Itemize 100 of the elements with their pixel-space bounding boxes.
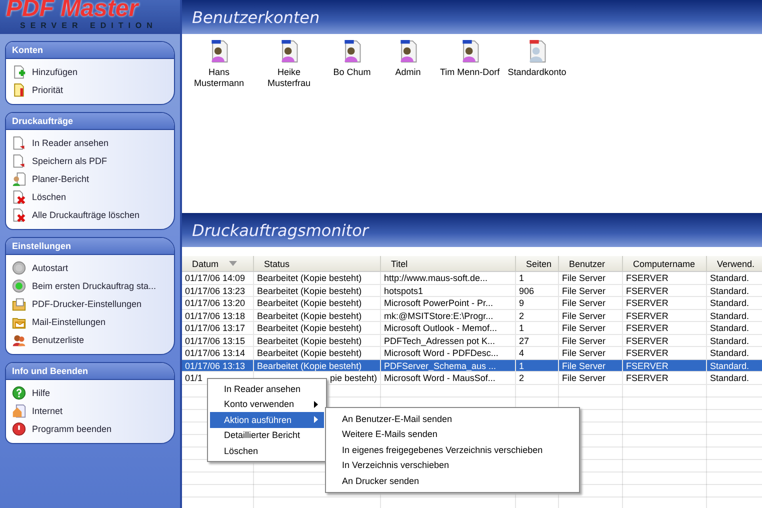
- table-row[interactable]: 01/17/06 13:17 Bearbeitet (Kopie besteht) Microsoft Outlook - Memof... 1 File Server FSERVER Standard.: [182, 322, 762, 334]
- menu-item[interactable]: Weitere E-Mails senden: [328, 426, 577, 442]
- table-cell: PDFServer_Schema_aus ...: [381, 360, 516, 372]
- table-cell: Standard.: [707, 272, 762, 284]
- sort-icon: [228, 261, 237, 266]
- sidebar-item[interactable]: Internet: [10, 402, 170, 420]
- table-cell: FSERVER: [623, 372, 707, 384]
- table-cell: 01/17/06 13:23: [182, 284, 254, 297]
- table-cell: Bearbeitet (Kopie besteht): [254, 360, 381, 372]
- sidebar-item[interactable]: Löschen: [10, 188, 170, 206]
- table-cell: Microsoft Outlook - Memof...: [381, 322, 516, 334]
- table-row[interactable]: 01/17/06 13:20 Bearbeitet (Kopie besteht) Microsoft PowerPoint - Pr... 9 File Server FSERVER Standard.: [182, 297, 762, 310]
- table-cell: 01/17/06 13:13: [182, 360, 254, 372]
- column-header[interactable]: Computername: [623, 256, 707, 271]
- table-cell: Microsoft Word - MausSof...: [381, 372, 516, 384]
- menu-item[interactable]: Löschen: [210, 443, 324, 458]
- column-header[interactable]: Verwend.: [707, 256, 762, 271]
- sidebar-item[interactable]: Beim ersten Druckauftrag sta...: [10, 277, 170, 295]
- column-header[interactable]: Benutzer: [559, 256, 623, 271]
- table-cell: 01/17/06 13:15: [182, 334, 254, 347]
- sidebar-item[interactable]: Mail-Einstellungen: [10, 313, 170, 331]
- account-item[interactable]: Standardkonto: [504, 38, 570, 78]
- menu-item[interactable]: An Benutzer-E-Mail senden: [328, 411, 577, 426]
- panel-header: Konten: [6, 42, 174, 59]
- account-item[interactable]: Hans Mustermann: [184, 38, 254, 89]
- table-cell: FSERVER: [623, 310, 707, 322]
- table-cell: File Server: [559, 310, 623, 322]
- table-cell: FSERVER: [623, 360, 707, 372]
- table-row[interactable]: 01/17/06 13:15 Bearbeitet (Kopie besteht) PDFTech_Adressen pot K... 27 File Server FSERVER Standard.: [182, 334, 762, 347]
- sidebar-item[interactable]: Priorität: [10, 81, 170, 99]
- table-cell: File Server: [559, 322, 623, 334]
- delete-document-icon: [12, 190, 26, 204]
- table-cell: 2: [516, 310, 559, 322]
- submenu-arrow-icon: [314, 416, 318, 424]
- table-cell: Microsoft PowerPoint - Pr...: [381, 297, 516, 310]
- menu-item[interactable]: An Drucker senden: [328, 473, 577, 488]
- section-title: Benutzerkonten: [192, 8, 320, 26]
- account-item[interactable]: Admin: [380, 38, 436, 78]
- sidebar-item[interactable]: Benutzerliste: [10, 331, 170, 349]
- panel-header: Einstellungen: [6, 238, 174, 255]
- column-header[interactable]: Seiten: [516, 256, 559, 271]
- menu-item[interactable]: In Verzeichnis verschieben: [328, 458, 577, 473]
- table-cell: mk:@MSITStore:E:\Progr...: [381, 310, 516, 322]
- house-document-icon: [12, 404, 26, 418]
- table-cell: Standard.: [707, 360, 762, 372]
- folder-document-icon: [12, 297, 26, 311]
- table-cell: File Server: [559, 297, 623, 310]
- table-cell: Standard.: [707, 322, 762, 334]
- document-priority-icon: [12, 83, 26, 97]
- table-cell: 1: [516, 272, 559, 284]
- menu-item[interactable]: Konto verwenden: [210, 396, 324, 412]
- table-row[interactable]: 01/17/06 13:13 Bearbeitet (Kopie besteht) PDFServer_Schema_aus ... 1 File Server FSERVER Standard.: [182, 360, 762, 372]
- table-cell: hotspots1: [381, 284, 516, 297]
- column-header[interactable]: Titel: [381, 256, 516, 271]
- table-cell: FSERVER: [623, 272, 707, 284]
- table-cell: 9: [516, 297, 559, 310]
- table-cell: 2: [516, 372, 559, 384]
- person-document-icon: [12, 172, 26, 186]
- table-cell: 01/17/06 14:09: [182, 272, 254, 284]
- sidebar-item[interactable]: Planer-Bericht: [10, 170, 170, 188]
- power-icon: [12, 422, 26, 436]
- sidebar-item[interactable]: PDF-Drucker-Einstellungen: [10, 295, 170, 313]
- table-cell: File Server: [559, 334, 623, 347]
- table-cell: Bearbeitet (Kopie besteht): [254, 310, 381, 322]
- table-cell: Standard.: [707, 297, 762, 310]
- menu-item[interactable]: Aktion ausführen: [210, 412, 324, 428]
- help-icon: [12, 386, 26, 400]
- table-cell: File Server: [559, 272, 623, 284]
- table-cell: Bearbeitet (Kopie besteht): [254, 272, 381, 284]
- sidebar-item[interactable]: In Reader ansehen: [10, 134, 170, 152]
- table-cell: FSERVER: [623, 297, 707, 310]
- column-header[interactable]: Status: [254, 256, 381, 271]
- table-cell: 01/17/06 13:18: [182, 310, 254, 322]
- panel-header: Info und Beenden: [6, 363, 174, 380]
- section-title: Druckauftragsmonitor: [192, 220, 368, 240]
- document-icon: [12, 154, 26, 168]
- menu-item[interactable]: In eigenes freigegebenes Verzeichnis verschieben: [328, 442, 577, 458]
- table-cell: File Server: [559, 284, 623, 297]
- folder-mail-icon: [12, 315, 26, 329]
- menu-item[interactable]: Detaillierter Bericht: [210, 428, 324, 443]
- sidebar-item[interactable]: Hinzufügen: [10, 63, 170, 81]
- sidebar-item[interactable]: Programm beenden: [10, 420, 170, 438]
- table-row[interactable]: 01/17/06 13:23 Bearbeitet (Kopie besteht) hotspots1 906 File Server FSERVER Standard.: [182, 284, 762, 297]
- delete-document-icon: [12, 208, 26, 222]
- sidebar-item[interactable]: Hilfe: [10, 384, 170, 402]
- table-cell: 1: [516, 322, 559, 334]
- sidebar-item[interactable]: Alle Druckaufträge löschen: [10, 206, 170, 224]
- table-row[interactable]: 01/17/06 14:09 Bearbeitet (Kopie besteht) http://www.maus-soft.de... 1 File Server FSERVER Standard.: [182, 272, 762, 284]
- submenu-arrow-icon: [314, 400, 318, 408]
- account-item[interactable]: Bo Chum: [324, 38, 380, 78]
- table-cell: FSERVER: [623, 284, 707, 297]
- sidebar-item[interactable]: Speichern als PDF: [10, 152, 170, 170]
- account-item[interactable]: Heike Musterfrau: [254, 38, 324, 89]
- document-icon: [12, 136, 26, 150]
- table-cell: http://www.maus-soft.de...: [381, 272, 516, 284]
- column-header[interactable]: Datum: [182, 256, 254, 271]
- table-cell: 01/17/06 13:20: [182, 297, 254, 310]
- table-row[interactable]: 01/17/06 13:18 Bearbeitet (Kopie besteht) mk:@MSITStore:E:\Progr... 2 File Server FSERVER Standard.: [182, 310, 762, 322]
- sidebar-item[interactable]: Autostart: [10, 259, 170, 277]
- account-item[interactable]: Tim Menn-Dorf: [436, 38, 504, 78]
